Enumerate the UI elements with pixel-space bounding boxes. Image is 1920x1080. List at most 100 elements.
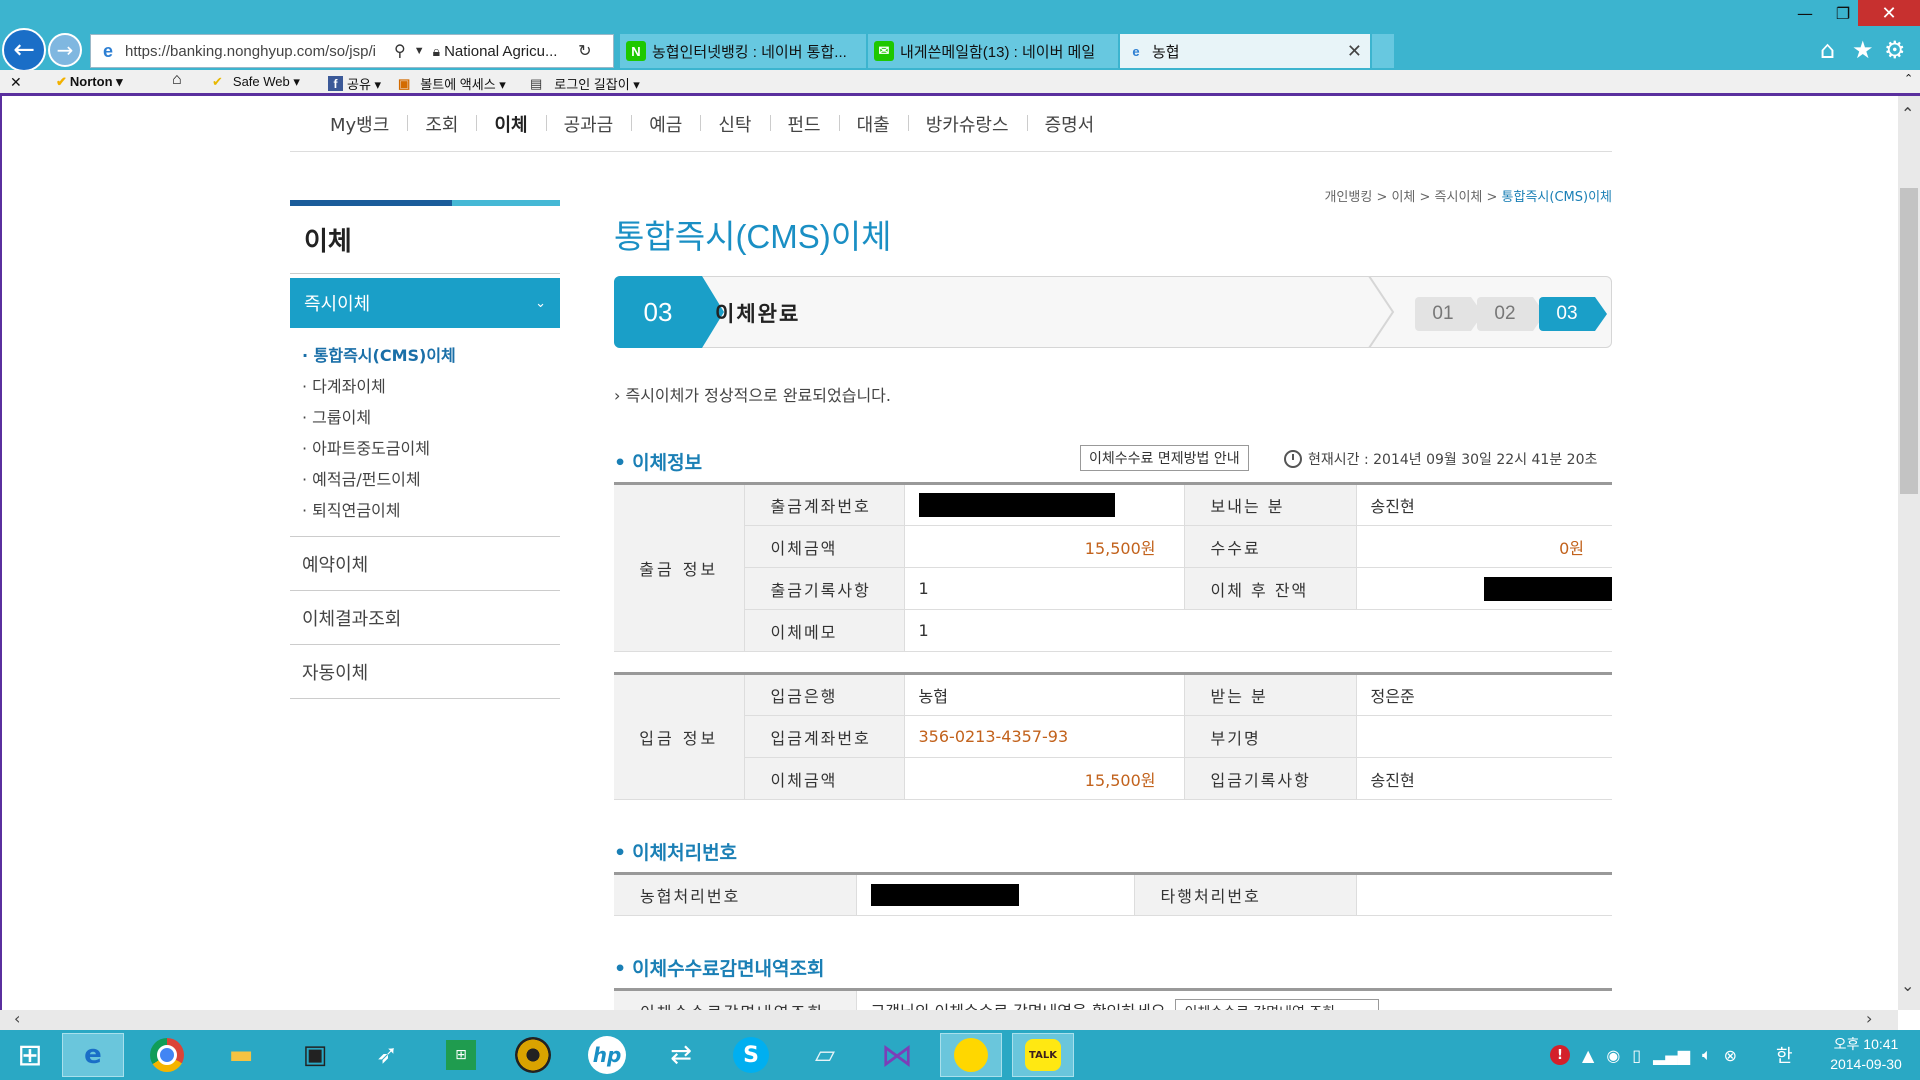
volume-icon[interactable]: 🔈︎ — [1702, 1045, 1712, 1065]
scroll-right-icon[interactable]: › — [1866, 1009, 1872, 1028]
scrollbar-thumb[interactable] — [1900, 188, 1918, 494]
scroll-up-icon[interactable]: ⌃ — [1901, 104, 1914, 123]
gnb-item-fund[interactable]: 펀드 — [769, 111, 839, 137]
toolbar-chevron-icon[interactable]: ⌃ — [1904, 72, 1913, 85]
side-nav-item-instant-transfer[interactable]: 즉시이체 ⌄ — [290, 278, 560, 328]
withdrawal-group-label: 출금 정보 — [614, 483, 745, 652]
side-nav-item-result[interactable]: 이체결과조회 — [290, 591, 560, 645]
gnb-item-inquiry[interactable]: 조회 — [407, 111, 476, 137]
favorites-star-icon[interactable]: ★ — [1852, 36, 1874, 64]
gnb-item-mybank[interactable]: My뱅크 — [290, 111, 407, 137]
safe-web-label: Safe Web ▾ — [232, 74, 300, 89]
submenu-item-savings-fund[interactable]: · 예적금/펀드이체 — [302, 464, 560, 495]
horizontal-scrollbar[interactable]: ‹ › — [0, 1009, 1898, 1030]
submenu-item-cms-transfer[interactable]: · 통합즉시(CMS)이체 — [302, 340, 560, 371]
close-toolbar-icon[interactable]: ✕ — [10, 74, 22, 91]
windows-store-icon[interactable]: ⊞ — [430, 1033, 492, 1077]
current-time: 현재시간 : 2014년 09월 30일 22시 41분 20초 — [1284, 449, 1597, 469]
gnb-item-transfer[interactable]: 이체 — [476, 111, 545, 137]
browser-chrome: ← → e https://banking.nonghyup.com/so/js… — [0, 0, 1920, 96]
fee-label: 수수료 — [1184, 525, 1357, 568]
forward-button[interactable]: → — [48, 33, 82, 67]
gnb-item-bills[interactable]: 공과금 — [545, 111, 632, 137]
toolbar-home-icon[interactable]: ⌂ — [172, 71, 182, 89]
gear-icon[interactable]: ⚙ — [1884, 36, 1906, 64]
submenu-item-group[interactable]: · 그룹이체 — [302, 402, 560, 433]
kakao-face-icon[interactable] — [940, 1033, 1002, 1077]
table-row: 이체메모 1 — [614, 609, 1612, 652]
taskbar-clock[interactable]: 오후 10:41 2014-09-30 — [1820, 1034, 1912, 1074]
gnb-item-bancassurance[interactable]: 방카슈랑스 — [907, 111, 1027, 137]
lock-icon[interactable]: 🔒︎ — [429, 43, 444, 60]
rocket-app-icon[interactable]: ➶ — [356, 1033, 418, 1077]
action-center-alert-icon[interactable]: ! — [1550, 1045, 1570, 1065]
address-bar[interactable]: e https://banking.nonghyup.com/so/jsp/i … — [90, 34, 614, 68]
home-icon[interactable]: ⌂ — [1820, 36, 1835, 64]
internet-explorer-icon[interactable]: e — [62, 1033, 124, 1077]
gnb-item-trust[interactable]: 신탁 — [700, 111, 769, 137]
gnb-item-deposit[interactable]: 예금 — [631, 111, 700, 137]
close-tab-icon[interactable]: ✕ — [1347, 41, 1362, 62]
battery-icon[interactable]: ▯ — [1632, 1046, 1641, 1065]
tab-label: 농협 — [1152, 43, 1180, 61]
dropdown-arrow-icon[interactable]: ▼ — [410, 45, 429, 57]
norton-tray-icon[interactable]: ◉ — [1606, 1046, 1620, 1065]
show-hidden-icons-icon[interactable]: ▲ — [1582, 1046, 1594, 1065]
gnb-item-certificate[interactable]: 증명서 — [1026, 111, 1113, 137]
section-title-processing-number: 이체처리번호 — [614, 838, 737, 865]
back-button[interactable]: ← — [2, 28, 46, 72]
disc-app-icon[interactable] — [502, 1033, 564, 1077]
fee-waiver-guide-button[interactable]: 이체수수료 면제방법 안내 — [1080, 445, 1249, 471]
new-tab-button[interactable] — [1372, 34, 1394, 68]
tab-naver-mail[interactable]: ✉ 내게쓴메일함(13) : 네이버 메일 — [868, 34, 1118, 68]
fee-waiver-inquiry-button[interactable]: 이체수수료 감면내역 조회 — [1175, 998, 1380, 1010]
gnb-item-loan[interactable]: 대출 — [838, 111, 908, 137]
side-nav-item-scheduled[interactable]: 예약이체 — [290, 537, 560, 591]
withdrawal-amount-label: 이체금액 — [744, 525, 905, 568]
vault-access-menu[interactable]: ▣ 볼트에 액세스 ▾ — [398, 74, 506, 93]
submenu-item-pension[interactable]: · 퇴직연금이체 — [302, 495, 560, 526]
side-nav-item-label: 즉시이체 — [304, 294, 371, 315]
facebook-share-menu[interactable]: f 공유 ▾ — [328, 74, 381, 93]
breadcrumb: 개인뱅킹 > 이체 > 즉시이체 > 통합즉시(CMS)이체 — [1152, 186, 1612, 205]
skype-icon[interactable]: S — [720, 1033, 782, 1077]
login-assistant-menu[interactable]: ▤ 로그인 길잡이 ▾ — [530, 74, 640, 93]
processing-number-table: 농협처리번호 타행처리번호 — [614, 872, 1612, 916]
deposit-record-label: 입금기록사항 — [1184, 757, 1357, 800]
safe-web-menu[interactable]: ✔ Safe Web ▾ — [212, 74, 300, 90]
vertical-scrollbar[interactable]: ⌃ ⌄ — [1898, 96, 1920, 1010]
norton-menu[interactable]: ✔ Norton ▾ — [56, 74, 123, 90]
file-explorer-icon[interactable]: ▬ — [210, 1033, 272, 1077]
side-nav-item-auto[interactable]: 자동이체 — [290, 645, 560, 699]
breadcrumb-path: 개인뱅킹 > 이체 > 즉시이체 > — [1324, 190, 1502, 205]
visual-studio-icon[interactable]: ⋈ — [866, 1033, 928, 1077]
tab-nonghyup[interactable]: e 농협 ✕ — [1120, 34, 1370, 68]
windows-start-icon[interactable]: ⊞ — [0, 1033, 60, 1077]
site-identity[interactable]: National Agricu... — [444, 43, 574, 60]
network-app-icon[interactable]: ⇄ — [650, 1033, 712, 1077]
chrome-icon[interactable] — [136, 1033, 198, 1077]
close-window-button[interactable]: ✕ — [1858, 0, 1920, 26]
hp-icon[interactable]: hp — [576, 1033, 638, 1077]
memo-value: 1 — [904, 609, 1612, 652]
norton-check-icon: ✔ — [56, 74, 67, 89]
deposit-account-label: 입금계좌번호 — [744, 715, 905, 758]
submenu-item-apartment[interactable]: · 아파트중도금이체 — [302, 433, 560, 464]
submenu-item-multi-account[interactable]: · 다계좌이체 — [302, 371, 560, 402]
search-icon[interactable]: ⚲ — [390, 41, 410, 61]
ime-indicator[interactable]: 한 — [1776, 1042, 1793, 1068]
table-row: 출금기록사항 1 이체 후 잔액 — [614, 567, 1612, 610]
scroll-down-icon[interactable]: ⌄ — [1901, 976, 1914, 995]
close-circle-icon[interactable]: ⊗ — [1724, 1046, 1737, 1065]
address-url[interactable]: https://banking.nonghyup.com/so/jsp/i — [125, 43, 390, 60]
media-player-icon[interactable]: ▣ — [284, 1033, 346, 1077]
kakaotalk-icon[interactable]: TALK — [1012, 1033, 1074, 1077]
notes-app-icon[interactable]: ▱ — [794, 1033, 856, 1077]
scroll-left-icon[interactable]: ‹ — [14, 1009, 20, 1028]
deposit-amount-label: 이체금액 — [744, 757, 905, 800]
deposit-amount-value: 15,500원 — [904, 757, 1185, 800]
signal-icon[interactable]: ▂▄▆ — [1653, 1046, 1690, 1065]
refresh-icon[interactable]: ↻ — [574, 41, 595, 61]
tab-naver-banking[interactable]: N 농협인터넷뱅킹 : 네이버 통합... — [620, 34, 866, 68]
deposit-bank-label: 입금은행 — [744, 673, 905, 716]
